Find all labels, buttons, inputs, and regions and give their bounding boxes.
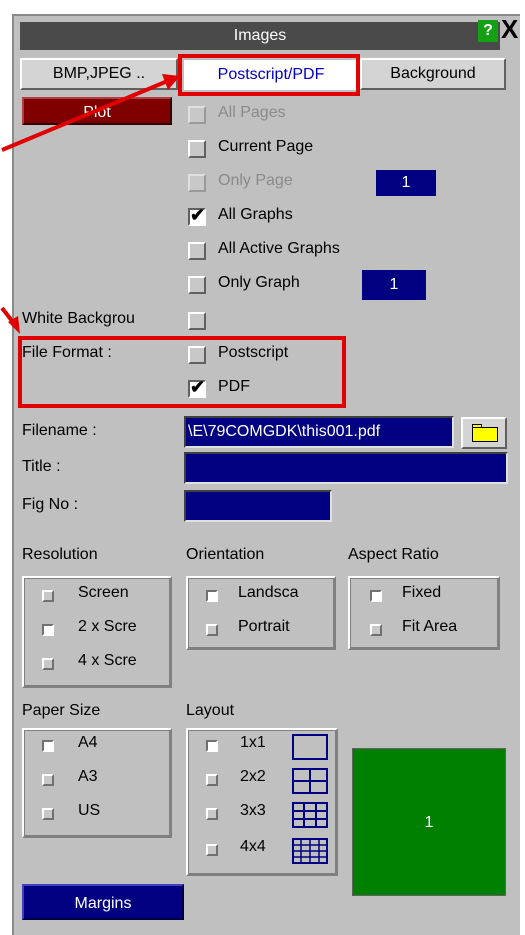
annotation-arrows bbox=[0, 74, 180, 334]
